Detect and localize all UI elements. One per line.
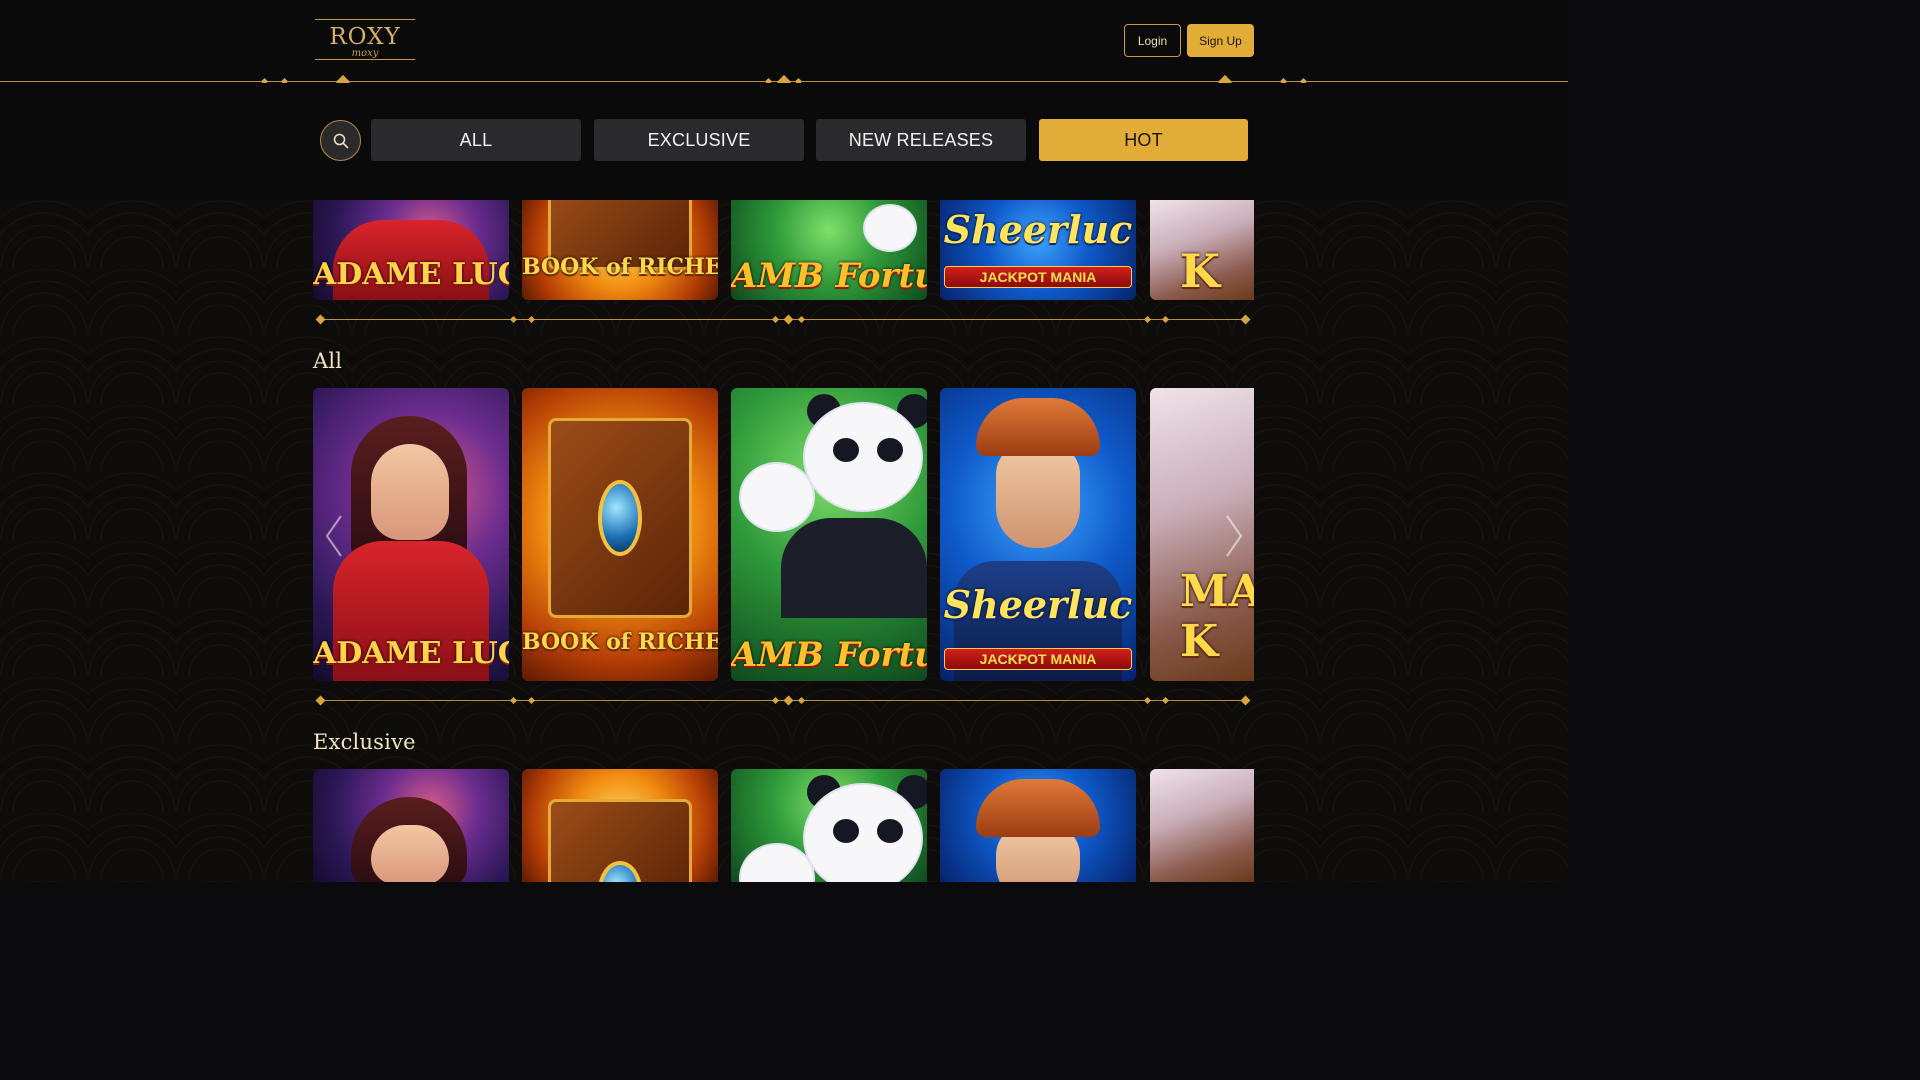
game-art-detail xyxy=(598,480,642,556)
game-title: AMB Fortune xyxy=(731,635,927,675)
game-art-detail xyxy=(877,819,903,843)
game-art-detail xyxy=(371,825,449,882)
carousel-prev-button[interactable] xyxy=(319,511,349,561)
logo-rule xyxy=(315,19,415,20)
game-title: ADAME LUC xyxy=(313,636,509,671)
game-art-detail xyxy=(739,462,815,532)
game-art-detail xyxy=(877,438,903,462)
game-card-madame-luck[interactable]: ADAME LUC xyxy=(313,200,509,300)
carousel-next-button[interactable] xyxy=(1219,511,1249,561)
game-title: MA K xyxy=(1180,567,1254,667)
game-art-detail xyxy=(833,438,859,462)
section-title-all: All xyxy=(313,349,343,373)
game-card-bamboo-fortune[interactable] xyxy=(731,769,927,882)
game-title: BOOK of RICHE xyxy=(522,254,718,280)
tab-new-releases[interactable]: NEW RELEASES xyxy=(816,119,1026,161)
game-card-book-of-riches[interactable]: BOOK of RICHE xyxy=(522,200,718,300)
filter-bar: ALL EXCLUSIVE NEW RELEASES HOT xyxy=(0,83,1568,200)
game-card-book-of-riches[interactable] xyxy=(522,769,718,882)
game-card-bamboo-fortune[interactable]: AMB Fortune xyxy=(731,200,927,300)
logo-text: ROXY xyxy=(329,24,401,50)
jackpot-badge: JACKPOT MANIA xyxy=(944,266,1132,288)
game-card-sheerluck[interactable]: Sheerluc JACKPOT MANIA xyxy=(940,200,1136,300)
search-icon xyxy=(333,133,348,148)
game-title: BOOK of RICHE xyxy=(522,629,718,655)
tab-exclusive[interactable]: EXCLUSIVE xyxy=(594,119,804,161)
game-card-bamboo-fortune[interactable]: AMB Fortune xyxy=(731,388,927,681)
login-button[interactable]: Login xyxy=(1124,24,1181,57)
game-card-majestic-king[interactable] xyxy=(1150,769,1254,882)
tab-hot[interactable]: HOT xyxy=(1039,119,1248,161)
game-art-detail xyxy=(781,518,927,618)
game-art-detail xyxy=(996,444,1080,548)
brand-logo[interactable]: ROXY moxy xyxy=(313,16,417,64)
game-card-sheerluck[interactable] xyxy=(940,769,1136,882)
game-title: Sheerluc xyxy=(943,582,1133,627)
game-title: K xyxy=(1180,244,1220,298)
chevron-left-icon xyxy=(325,515,342,557)
game-art-detail xyxy=(803,402,923,512)
jackpot-badge: JACKPOT MANIA xyxy=(944,648,1132,670)
game-art xyxy=(1150,769,1254,882)
signup-button[interactable]: Sign Up xyxy=(1187,24,1254,57)
game-card-majestic-king[interactable]: K xyxy=(1150,200,1254,300)
game-card-sheerluck[interactable]: Sheerluc JACKPOT MANIA xyxy=(940,388,1136,681)
game-art-detail xyxy=(371,444,449,540)
section-title-exclusive: Exclusive xyxy=(313,730,416,754)
tab-all[interactable]: ALL xyxy=(371,119,581,161)
game-title: Sheerluc xyxy=(943,207,1133,252)
game-art-detail xyxy=(863,204,917,252)
game-card-book-of-riches[interactable]: BOOK of RICHE xyxy=(522,388,718,681)
game-art-detail xyxy=(833,819,859,843)
logo-rule xyxy=(315,59,415,60)
chevron-right-icon xyxy=(1226,515,1243,557)
search-button[interactable] xyxy=(320,120,361,161)
game-card-madame-luck[interactable] xyxy=(313,769,509,882)
game-title: ADAME LUC xyxy=(313,257,509,292)
game-art-detail xyxy=(803,783,923,882)
site-header: ROXY moxy Login Sign Up xyxy=(0,0,1568,82)
game-title: AMB Fortune xyxy=(731,256,927,296)
